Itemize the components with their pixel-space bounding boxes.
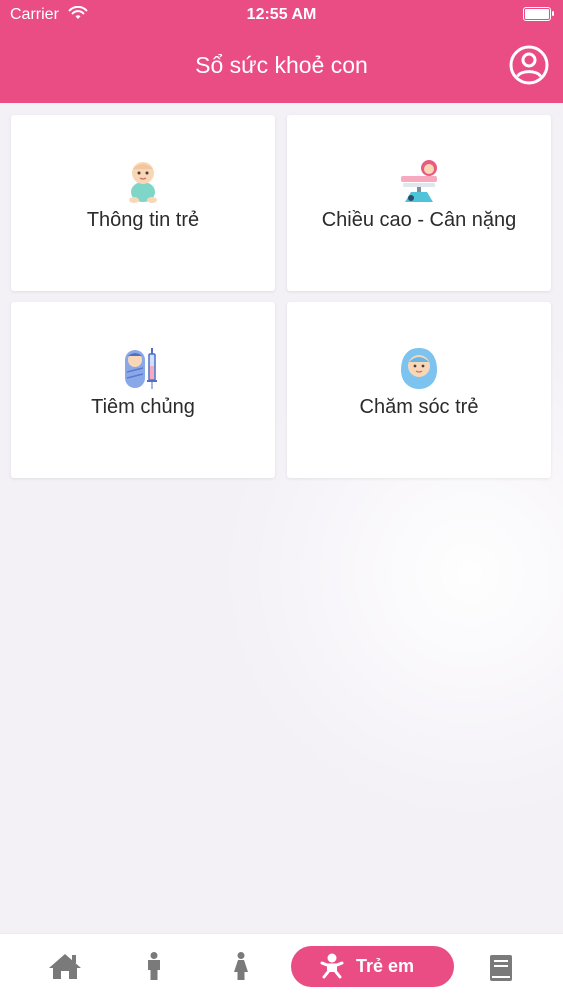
man-icon[interactable]: [145, 952, 163, 992]
book-icon[interactable]: [488, 954, 514, 994]
status-time: 12:55 AM: [246, 6, 317, 23]
card-child-info[interactable]: Thông tin trẻ: [11, 115, 275, 291]
baby-icon: [320, 953, 344, 984]
card-height-weight[interactable]: Chiều cao - Cân nặng: [287, 115, 551, 291]
tab-label: Trẻ em: [356, 956, 415, 976]
home-icon[interactable]: [47, 952, 83, 992]
woman-icon[interactable]: [232, 952, 250, 992]
card-label: Chăm sóc trẻ: [359, 396, 479, 418]
page-title: Sổ sức khoẻ con: [195, 52, 368, 78]
card-vaccination[interactable]: Tiêm chủng: [11, 302, 275, 478]
user-circle-icon[interactable]: [508, 44, 550, 86]
card-label: Tiêm chủng: [91, 396, 195, 418]
battery-icon: [523, 7, 554, 21]
tab-children[interactable]: Trẻ em: [291, 946, 454, 987]
vaccine-syringe-icon: [123, 346, 163, 390]
bottom-tab-bar: Trẻ em: [0, 933, 563, 1001]
status-bar: Carrier 12:55 AM: [0, 0, 563, 30]
baby-sitting-icon: [123, 159, 163, 203]
baby-scale-icon: [399, 159, 439, 203]
card-label: Chiều cao - Cân nặng: [321, 209, 517, 231]
swaddled-baby-icon: [399, 346, 439, 390]
main-content: Thông tin trẻ Chiều cao - Cân nặng Tiêm …: [0, 103, 563, 933]
card-label: Thông tin trẻ: [86, 209, 200, 231]
card-child-care[interactable]: Chăm sóc trẻ: [287, 302, 551, 478]
app-header: Carrier 12:55 AM Sổ sức khoẻ con: [0, 0, 563, 103]
